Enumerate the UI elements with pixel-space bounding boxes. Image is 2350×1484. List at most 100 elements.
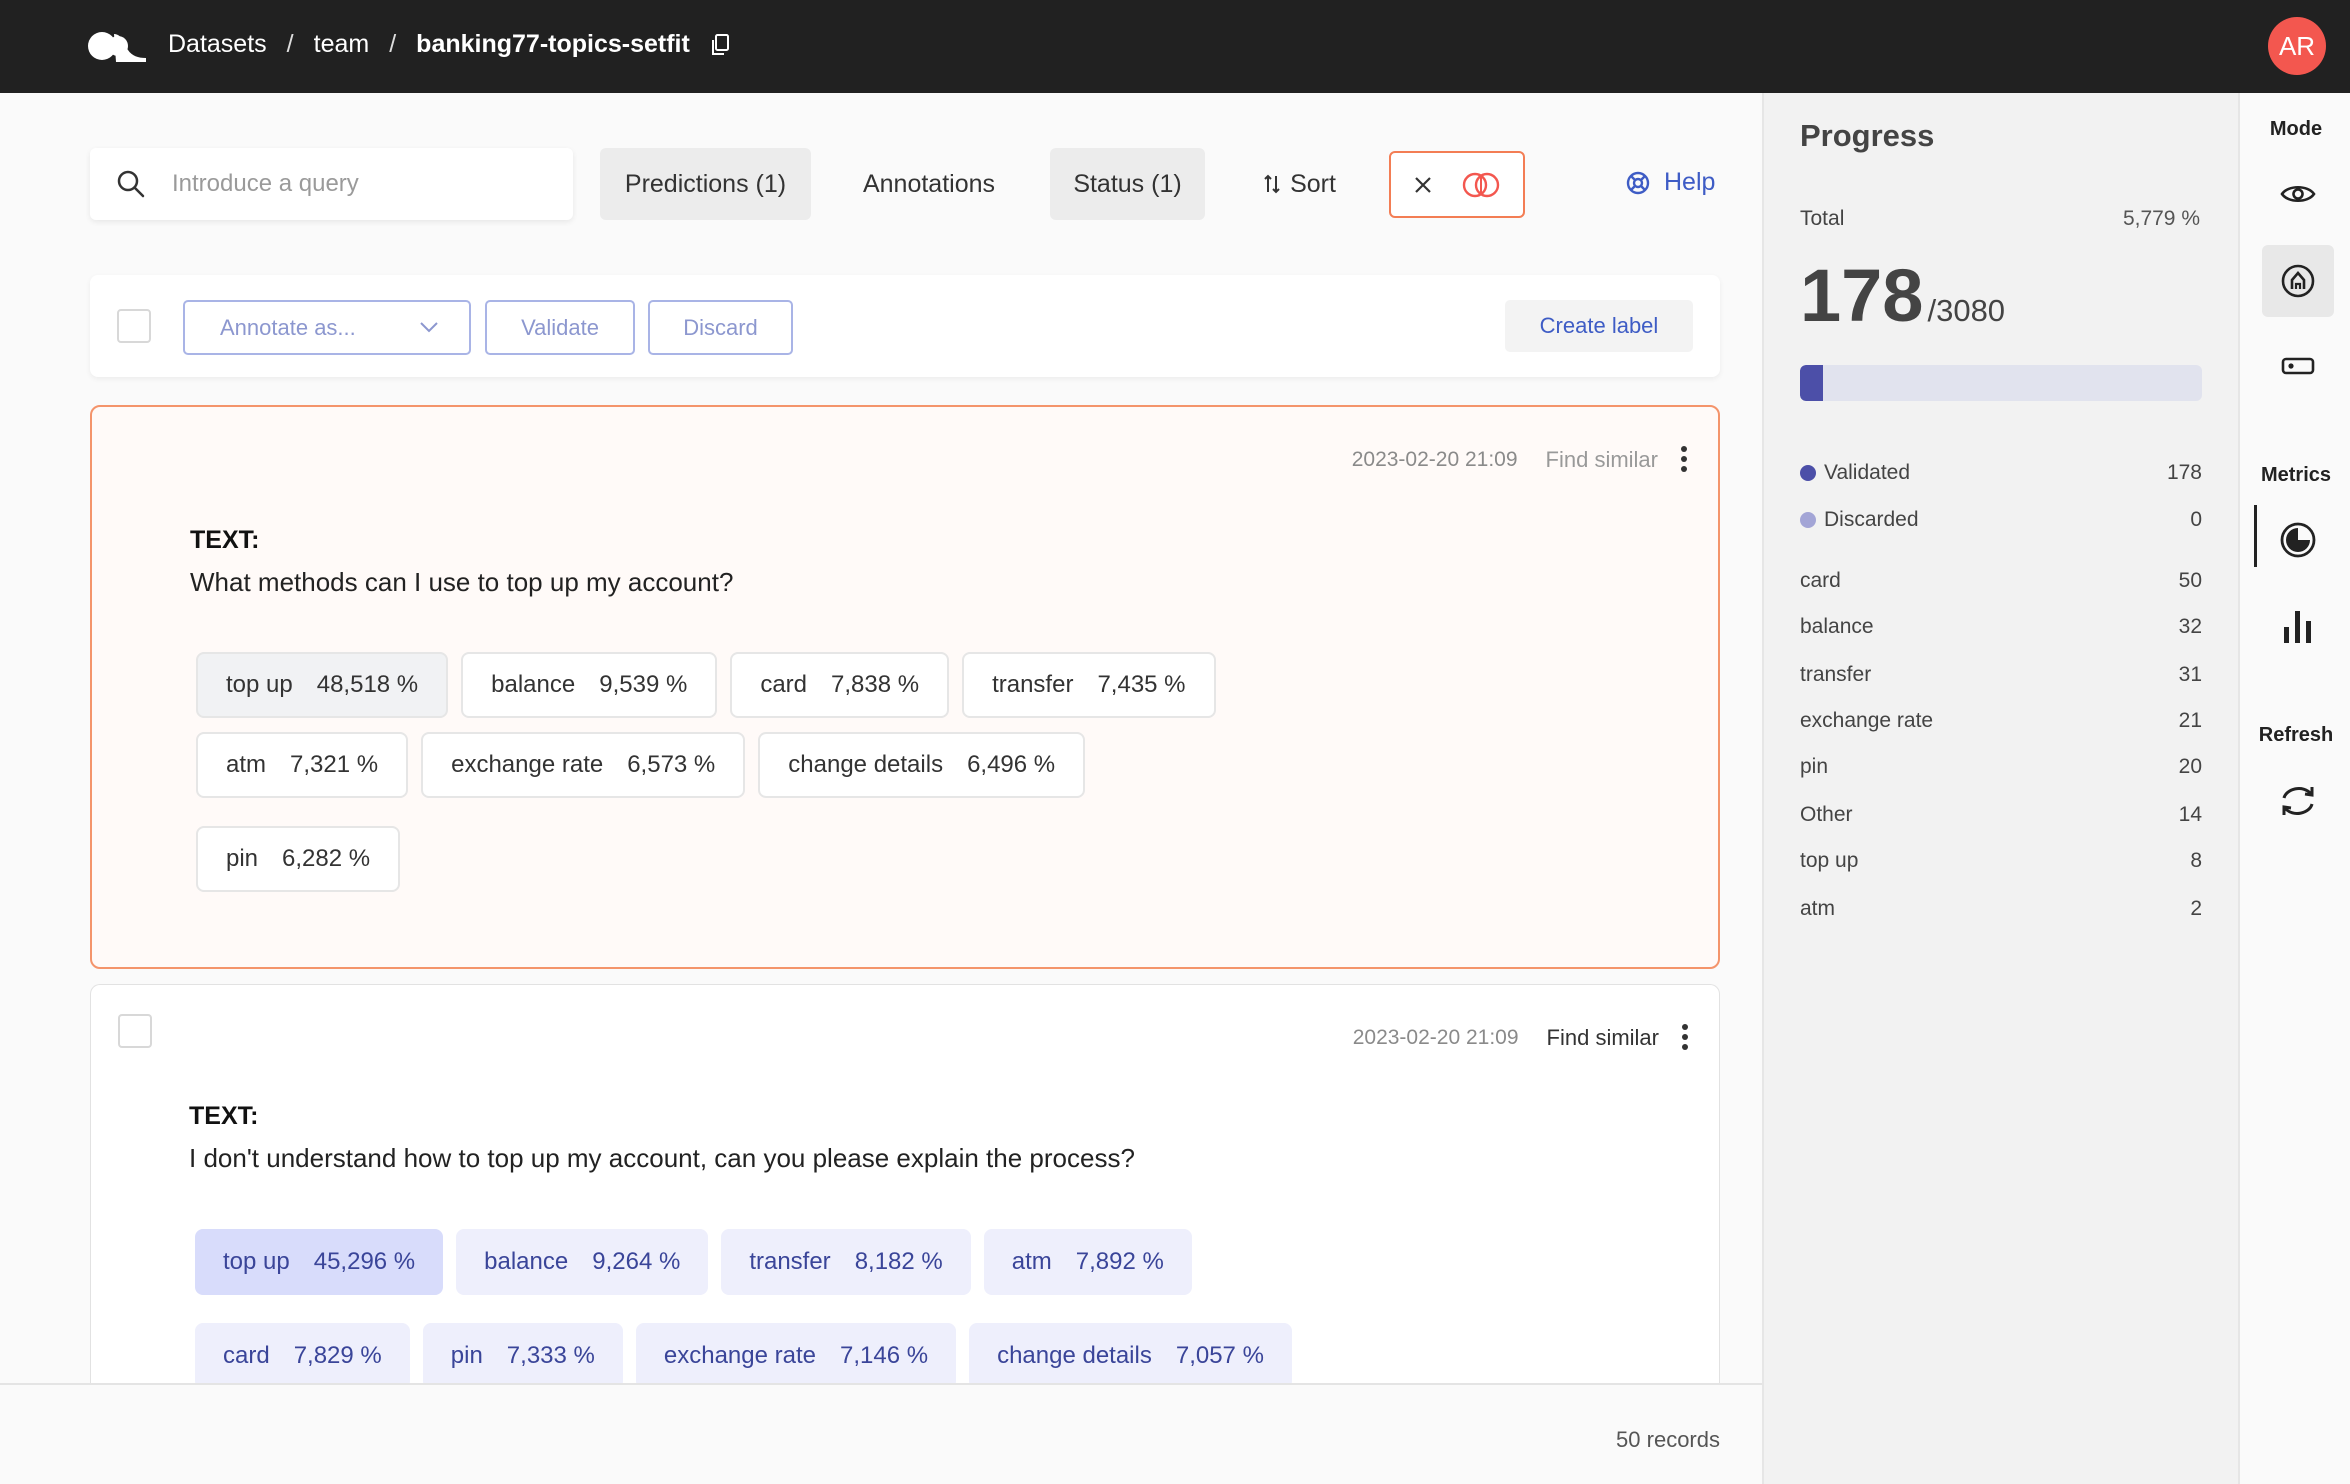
- avatar[interactable]: AR: [2268, 17, 2326, 75]
- prediction-chip[interactable]: pin 7,333 %: [422, 1323, 623, 1389]
- progress-metrics-button[interactable]: [2262, 504, 2334, 576]
- record-checkbox[interactable]: [118, 1014, 152, 1048]
- breadcrumb-datasets[interactable]: Datasets: [168, 30, 267, 59]
- label-stat-row[interactable]: atm 2: [1800, 897, 2202, 921]
- chip-score: 48,518 %: [316, 671, 419, 698]
- total-percent: 5,779 %: [2122, 207, 2200, 230]
- predictions-filter[interactable]: Predictions (1): [600, 148, 811, 220]
- validated-row[interactable]: Validated 178: [1800, 461, 2202, 485]
- prediction-chip[interactable]: transfer 7,435 %: [962, 652, 1216, 718]
- logo-icon[interactable]: [88, 30, 146, 62]
- annotate-as-dropdown[interactable]: Annotate as...: [183, 300, 471, 355]
- chip-score: 9,264 %: [592, 1248, 681, 1275]
- label-stat-row[interactable]: balance 32: [1800, 615, 2202, 639]
- prediction-chip[interactable]: balance 9,264 %: [456, 1229, 709, 1295]
- discarded-dot: [1800, 512, 1816, 528]
- prediction-chip[interactable]: top up 45,296 %: [195, 1229, 444, 1295]
- label-stat-row[interactable]: card 50: [1800, 569, 2202, 593]
- select-all-checkbox[interactable]: [117, 309, 151, 343]
- create-label-button[interactable]: Create label: [1505, 300, 1693, 352]
- prediction-chip[interactable]: change details 6,496 %: [758, 732, 1086, 798]
- prediction-chips: top up 48,518 % balance 9,539 % card 7,838 …: [196, 652, 1296, 892]
- record-card[interactable]: 2023-02-20 21:09 Find similar TEXT: What…: [90, 405, 1720, 969]
- search-box[interactable]: [90, 148, 573, 220]
- find-similar-button[interactable]: Find similar: [1546, 447, 1658, 473]
- eye-icon: [2280, 185, 2316, 203]
- prediction-chip[interactable]: change details 7,057 %: [969, 1323, 1292, 1389]
- chip-label: top up: [226, 671, 293, 698]
- prediction-chip[interactable]: atm 7,321 %: [196, 732, 409, 798]
- prediction-chip[interactable]: pin 6,282 %: [196, 826, 401, 892]
- active-marker: [2254, 505, 2257, 567]
- status-filter[interactable]: Status (1): [1050, 148, 1205, 220]
- label-stat-name: pin: [1800, 755, 1829, 778]
- record-text: I don't understand how to top up my acco…: [189, 1143, 1135, 1173]
- top-bar: Datasets / team / banking77-topics-setfi…: [0, 0, 2350, 93]
- prediction-chip[interactable]: exchange rate 6,573 %: [421, 732, 746, 798]
- label-stat-row[interactable]: top up 8: [1800, 849, 2202, 873]
- breadcrumb-separator: /: [286, 30, 294, 58]
- prediction-chip[interactable]: card 7,838 %: [730, 652, 950, 718]
- label-stat-row[interactable]: exchange rate 21: [1800, 709, 2202, 733]
- chip-score: 7,892 %: [1075, 1248, 1164, 1275]
- more-options-icon[interactable]: [1681, 1023, 1689, 1051]
- chip-label: card: [223, 1342, 270, 1369]
- close-icon[interactable]: [1413, 175, 1433, 195]
- progress-bar-fill: [1800, 365, 1824, 401]
- validate-button[interactable]: Validate: [485, 300, 635, 355]
- prediction-chip[interactable]: card 7,829 %: [195, 1323, 410, 1389]
- refresh-button[interactable]: [2262, 765, 2334, 837]
- chevron-down-icon: [420, 322, 438, 333]
- chip-score: 6,282 %: [282, 845, 371, 872]
- find-similar-button[interactable]: Find similar: [1547, 1025, 1659, 1051]
- breadcrumb-separator: /: [389, 30, 397, 58]
- chip-label: exchange rate: [663, 1342, 816, 1369]
- prediction-chip[interactable]: atm 7,892 %: [983, 1229, 1192, 1295]
- progress-counter: 178 /3080: [1800, 253, 2005, 338]
- labelling-rules-button[interactable]: [2262, 330, 2334, 402]
- total-label: Total: [1800, 207, 1845, 230]
- annotations-filter[interactable]: Annotations: [840, 148, 1018, 220]
- search-input[interactable]: [172, 170, 552, 198]
- more-options-icon[interactable]: [1680, 445, 1688, 473]
- record-meta: 2023-02-20 21:09 Find similar: [1352, 446, 1687, 473]
- label-stat-name: top up: [1800, 849, 1859, 872]
- progress-done: 178: [1800, 254, 1924, 337]
- chip-label: exchange rate: [451, 751, 604, 778]
- chip-label: balance: [484, 1248, 569, 1275]
- field-label: TEXT:: [189, 1102, 259, 1130]
- discard-button[interactable]: Discard: [648, 300, 793, 355]
- progress-title: Progress: [1800, 118, 1935, 153]
- sort-button[interactable]: Sort: [1240, 148, 1360, 220]
- chip-score: 7,321 %: [290, 751, 379, 778]
- discarded-row[interactable]: Discarded 0: [1800, 508, 2202, 532]
- chip-score: 7,829 %: [293, 1342, 382, 1369]
- total-row: Total 5,779 %: [1800, 207, 2200, 231]
- label-stat-row[interactable]: Other 14: [1800, 803, 2202, 827]
- prediction-chip[interactable]: top up 48,518 %: [196, 652, 449, 718]
- chip-label: card: [760, 671, 807, 698]
- breadcrumb-team[interactable]: team: [314, 30, 370, 59]
- label-stat-count: 32: [2178, 615, 2202, 638]
- record-meta: 2023-02-20 21:09 Find similar: [1353, 1024, 1688, 1051]
- label-stat-row[interactable]: pin 20: [1800, 755, 2202, 779]
- compare-icon[interactable]: [1461, 172, 1501, 198]
- chip-score: 9,539 %: [599, 671, 688, 698]
- lifebuoy-icon: [1626, 171, 1650, 194]
- help-link[interactable]: Help: [1626, 168, 1715, 197]
- prediction-chip[interactable]: exchange rate 7,146 %: [635, 1323, 957, 1389]
- label-stat-name: Other: [1800, 803, 1853, 826]
- stats-metrics-button[interactable]: [2262, 590, 2334, 662]
- explore-mode-button[interactable]: [2262, 158, 2334, 230]
- chip-score: 45,296 %: [313, 1248, 416, 1275]
- prediction-chip[interactable]: balance 9,539 %: [461, 652, 718, 718]
- label-stat-row[interactable]: transfer 31: [1800, 663, 2202, 687]
- label-stat-count: 20: [2178, 755, 2202, 778]
- chip-label: top up: [223, 1248, 290, 1275]
- chip-label: balance: [491, 671, 576, 698]
- discarded-count: 0: [2190, 508, 2202, 531]
- annotate-mode-button[interactable]: [2262, 245, 2334, 317]
- copy-icon[interactable]: [710, 33, 732, 57]
- chip-score: 6,573 %: [627, 751, 716, 778]
- prediction-chip[interactable]: transfer 8,182 %: [721, 1229, 971, 1295]
